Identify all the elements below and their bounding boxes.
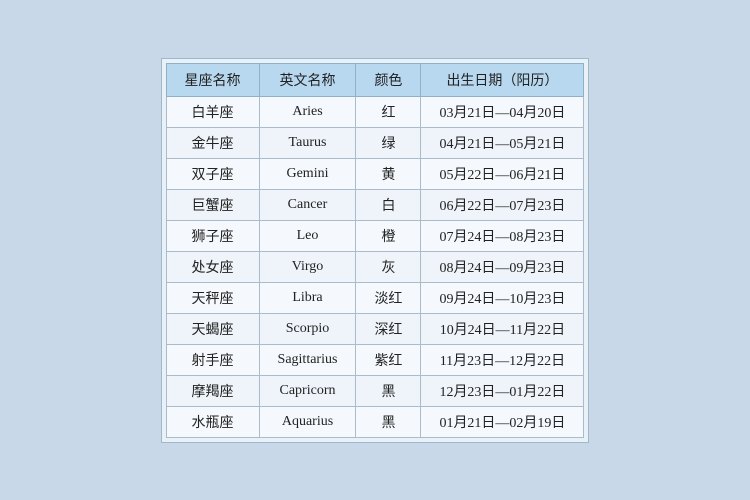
table-row: 双子座Gemini黄05月22日—06月21日 [166,158,584,189]
table-header-row: 星座名称 英文名称 颜色 出生日期（阳历） [166,63,584,96]
zodiac-english: Libra [259,282,356,313]
zodiac-english: Virgo [259,251,356,282]
col-header-color: 颜色 [356,63,421,96]
zodiac-color: 绿 [356,127,421,158]
zodiac-chinese: 狮子座 [166,220,259,251]
table-row: 水瓶座Aquarius黑01月21日—02月19日 [166,406,584,437]
zodiac-dates: 10月24日—11月22日 [421,313,584,344]
zodiac-english: Gemini [259,158,356,189]
zodiac-chinese: 天秤座 [166,282,259,313]
zodiac-color: 黑 [356,406,421,437]
zodiac-chinese: 双子座 [166,158,259,189]
zodiac-dates: 11月23日—12月22日 [421,344,584,375]
zodiac-english: Taurus [259,127,356,158]
zodiac-english: Aquarius [259,406,356,437]
zodiac-english: Sagittarius [259,344,356,375]
zodiac-dates: 05月22日—06月21日 [421,158,584,189]
zodiac-color: 灰 [356,251,421,282]
zodiac-english: Aries [259,96,356,127]
zodiac-dates: 07月24日—08月23日 [421,220,584,251]
col-header-english: 英文名称 [259,63,356,96]
zodiac-chinese: 天蝎座 [166,313,259,344]
table-row: 处女座Virgo灰08月24日—09月23日 [166,251,584,282]
zodiac-color: 白 [356,189,421,220]
zodiac-dates: 03月21日—04月20日 [421,96,584,127]
zodiac-color: 紫红 [356,344,421,375]
zodiac-dates: 06月22日—07月23日 [421,189,584,220]
zodiac-color: 淡红 [356,282,421,313]
zodiac-dates: 09月24日—10月23日 [421,282,584,313]
zodiac-chinese: 巨蟹座 [166,189,259,220]
table-row: 天秤座Libra淡红09月24日—10月23日 [166,282,584,313]
zodiac-english: Leo [259,220,356,251]
zodiac-english: Cancer [259,189,356,220]
zodiac-english: Capricorn [259,375,356,406]
zodiac-chinese: 白羊座 [166,96,259,127]
zodiac-dates: 01月21日—02月19日 [421,406,584,437]
table-row: 白羊座Aries红03月21日—04月20日 [166,96,584,127]
zodiac-chinese: 摩羯座 [166,375,259,406]
table-row: 巨蟹座Cancer白06月22日—07月23日 [166,189,584,220]
zodiac-chinese: 处女座 [166,251,259,282]
zodiac-color: 橙 [356,220,421,251]
zodiac-table: 星座名称 英文名称 颜色 出生日期（阳历） 白羊座Aries红03月21日—04… [166,63,585,438]
col-header-chinese: 星座名称 [166,63,259,96]
zodiac-dates: 12月23日—01月22日 [421,375,584,406]
zodiac-color: 黄 [356,158,421,189]
table-row: 射手座Sagittarius紫红11月23日—12月22日 [166,344,584,375]
zodiac-color: 红 [356,96,421,127]
table-row: 天蝎座Scorpio深红10月24日—11月22日 [166,313,584,344]
col-header-dates: 出生日期（阳历） [421,63,584,96]
zodiac-dates: 04月21日—05月21日 [421,127,584,158]
zodiac-chinese: 射手座 [166,344,259,375]
zodiac-dates: 08月24日—09月23日 [421,251,584,282]
zodiac-table-container: 星座名称 英文名称 颜色 出生日期（阳历） 白羊座Aries红03月21日—04… [161,58,590,443]
zodiac-color: 深红 [356,313,421,344]
table-row: 摩羯座Capricorn黑12月23日—01月22日 [166,375,584,406]
table-row: 金牛座Taurus绿04月21日—05月21日 [166,127,584,158]
table-row: 狮子座Leo橙07月24日—08月23日 [166,220,584,251]
zodiac-chinese: 金牛座 [166,127,259,158]
zodiac-chinese: 水瓶座 [166,406,259,437]
zodiac-english: Scorpio [259,313,356,344]
zodiac-color: 黑 [356,375,421,406]
